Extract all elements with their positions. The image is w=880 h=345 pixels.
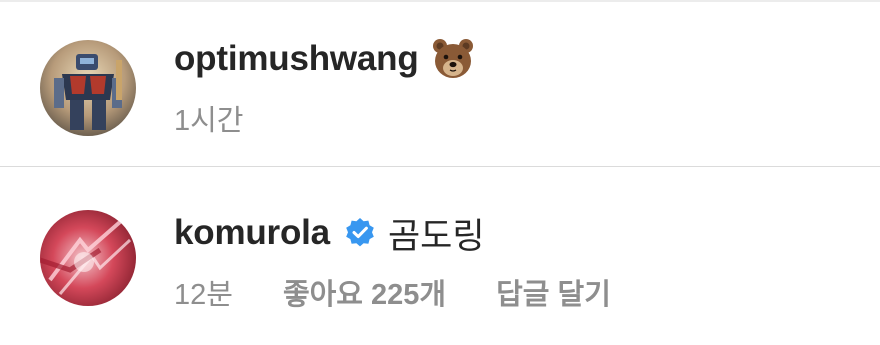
comment-divider — [0, 166, 880, 167]
avatar[interactable] — [40, 40, 136, 136]
verified-badge-icon — [344, 217, 376, 249]
comment-username[interactable]: optimushwang — [174, 39, 419, 79]
comment-time: 1시간 — [174, 105, 244, 137]
comment-username[interactable]: komurola — [174, 213, 330, 253]
bear-face-icon — [431, 37, 475, 81]
reply-button[interactable]: 답글 달기 — [496, 271, 611, 313]
likes-count[interactable]: 좋아요 225개 — [283, 271, 446, 313]
avatar[interactable] — [40, 210, 136, 306]
comment-text: 곰도링 — [387, 216, 485, 256]
comment-time: 12분 — [174, 279, 233, 311]
comment-item: komurola 곰도링 12분 좋아요 225개 답글 달기 — [0, 168, 880, 345]
comment-item: optimushwang 1시간 — [0, 0, 880, 167]
